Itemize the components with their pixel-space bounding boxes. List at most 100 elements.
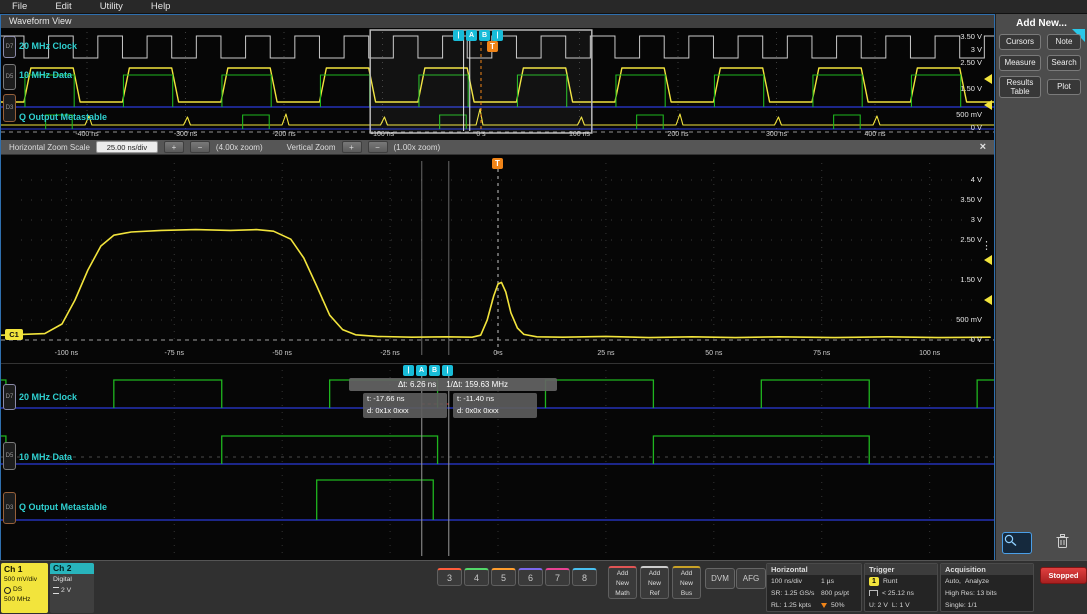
time-tick-label: 50 ns [705,350,723,357]
h-zoom-decrease-button[interactable]: − [189,141,210,153]
volt-tick-label: 0 V [970,335,982,344]
h-zoom-factor-label: (4.00x zoom) [215,142,263,152]
digital-channel-tab[interactable]: D7 [3,384,16,410]
channel-1-bandwidth: 500 MHz [4,596,31,603]
channel-4-button[interactable]: 4 [464,568,489,586]
zoom-overlay: T C1 ⋮ -100 ns -75 ns -50 ns -25 ns 0 s 25 ns… [1,155,994,364]
v-zoom-factor-label: (1.00x zoom) [393,142,441,152]
digital-channel-tab[interactable]: D3 [3,94,16,122]
menu-utility[interactable]: Utility [100,1,123,12]
sidebar-button-results-table[interactable]: Results Table [999,76,1041,98]
cursor-b-handle-icon[interactable]: | [492,30,503,41]
channel-2-name: Ch 2 [50,563,94,574]
add-new-math-button[interactable]: Add New Math [608,566,637,599]
zoom-waveform-view[interactable]: T C1 ⋮ -100 ns -75 ns -50 ns -25 ns 0 s 25 ns… [1,154,994,364]
acquisition-settings-panel[interactable]: Acquisition Auto, Analyze High Res: 13 bi… [940,563,1034,612]
trigger-marker-icon[interactable]: T [492,158,503,169]
h-zoom-scale-value[interactable]: 25.00 ns/div [95,141,158,153]
cursor-b-badge[interactable]: B [429,365,440,376]
trigger-type: Runt [883,577,898,585]
cursor-a-badge[interactable]: A [416,365,427,376]
panel-drag-handle-icon[interactable]: ⋮ [981,241,992,252]
cursor-b-handle-icon[interactable]: | [442,365,453,376]
v-zoom-increase-button[interactable]: + [341,141,362,153]
waveform-view-panel: Waveform View | A B | T -400 ns -300 ns -2… [0,14,995,560]
acquisition-mode: Auto, [945,577,961,585]
channel-7-button[interactable]: 7 [545,568,570,586]
channel-label: 10 MHz Data [19,70,73,80]
channel-2-mode: Digital [53,576,72,583]
horizontal-settings-panel[interactable]: Horizontal 100 ns/div 1 µs SR: 1.25 GS/s 8… [766,563,862,612]
overview-graticule[interactable]: | A B | T -400 ns -300 ns -200 ns -100 ns 0 … [1,28,994,140]
add-new-bus-button[interactable]: Add New Bus [672,566,701,599]
volt-tick-label: 3.50 V [960,32,982,41]
channel-1-badge[interactable]: Ch 1 500 mV/div DS 500 MHz [1,563,48,613]
channel-3-button[interactable]: 3 [437,568,462,586]
sidebar-button-plot[interactable]: Plot [1047,79,1081,95]
channel-6-button[interactable]: 6 [518,568,543,586]
digital-cursor-badges: | A B | [403,365,453,376]
channel-8-button[interactable]: 8 [572,568,597,586]
trigger-marker-icon[interactable]: T [487,41,498,52]
afg-button[interactable]: AFG [736,568,766,589]
time-tick-label: -100 ns [370,131,395,138]
level-marker-arrow-icon [984,74,992,84]
level-marker-arrow-icon [984,255,992,265]
trigger-width: < 25.12 ns [882,589,914,597]
add-new-ref-button[interactable]: Add New Ref [640,566,669,599]
dvm-button[interactable]: DVM [705,568,735,589]
time-tick-label: 300 ns [765,131,788,138]
sidebar-button-note[interactable]: Note [1047,34,1081,50]
sidebar-button-measure[interactable]: Measure [999,55,1041,71]
sidebar-button-search[interactable]: Search [1047,55,1081,71]
cursor-a-time: t: -17.66 ns [367,394,405,403]
trigger-settings-panel[interactable]: Trigger 1 Runt < 25.12 ns U: 2 V L: 1 V [864,563,938,612]
cursor-a-handle-icon[interactable]: | [453,30,464,41]
acquisition-single: Single: 1/1 [945,601,978,609]
channel-5-button[interactable]: 5 [491,568,516,586]
cursor-b-badge[interactable]: B [479,30,490,41]
channel-label: 10 MHz Data [19,452,73,462]
trigger-panel-title: Trigger [865,564,937,575]
time-tick-label: -300 ns [173,131,198,138]
time-tick-label: -400 ns [75,131,99,138]
volt-tick-label: 3 V [970,45,982,54]
channel-buttons: 345678 [437,568,597,586]
overview-overlay: | A B | T -400 ns -300 ns -200 ns -100 ns 0 … [1,28,994,140]
acquisition-resolution: High Res: 13 bits [945,589,997,597]
digital-waveform-view[interactable]: | A B | Δt: 6.26 ns 1/Δt: 159.63 MHz t: … [1,363,994,560]
time-tick-label: 0 s [493,350,503,357]
time-tick-label: 100 ns [919,350,941,357]
h-zoom-increase-button[interactable]: + [163,141,184,153]
magnifier-icon [1004,534,1017,547]
time-tick-label: 400 ns [864,131,886,138]
menu-edit[interactable]: Edit [55,1,71,12]
zoom-tool-button[interactable] [1002,532,1032,554]
menu-help[interactable]: Help [151,1,171,12]
digital-channel-tab[interactable]: D5 [3,64,16,90]
sidebar-button-cursors[interactable]: Cursors [999,34,1041,50]
position-marker-icon [821,602,827,608]
overview-cursor-badges: | A B | [453,30,503,41]
zoom-close-icon[interactable]: × [980,141,986,153]
add-new-title: Add New... [1016,18,1067,29]
volt-tick-label: 3.50 V [960,195,982,204]
trash-button[interactable] [1055,533,1079,553]
volt-tick-label: 2.50 V [960,235,982,244]
cursor-a-badge[interactable]: A [466,30,477,41]
digital-channel-tab[interactable]: D3 [3,492,16,524]
digital-channel-tab[interactable]: D5 [3,442,16,470]
ch1-reference-badge[interactable]: C1 [5,329,23,340]
digital-channel-tab[interactable]: D7 [3,36,16,58]
channel-2-threshold: 2 V [61,587,72,594]
channel-2-badge[interactable]: Ch 2 Digital 2 V [50,563,94,613]
menu-bar: File Edit Utility Help [0,0,1087,14]
menu-file[interactable]: File [12,1,27,12]
v-zoom-decrease-button[interactable]: − [367,141,388,153]
acquisition-panel-title: Acquisition [941,564,1033,575]
time-tick-label: 25 ns [597,350,615,357]
right-sidebar: Add New... Cursors Note Measure Search R… [995,14,1087,560]
run-stop-status-badge[interactable]: Stopped [1040,567,1087,584]
cursor-a-handle-icon[interactable]: | [403,365,414,376]
time-tick-label: -100 ns [54,350,78,357]
